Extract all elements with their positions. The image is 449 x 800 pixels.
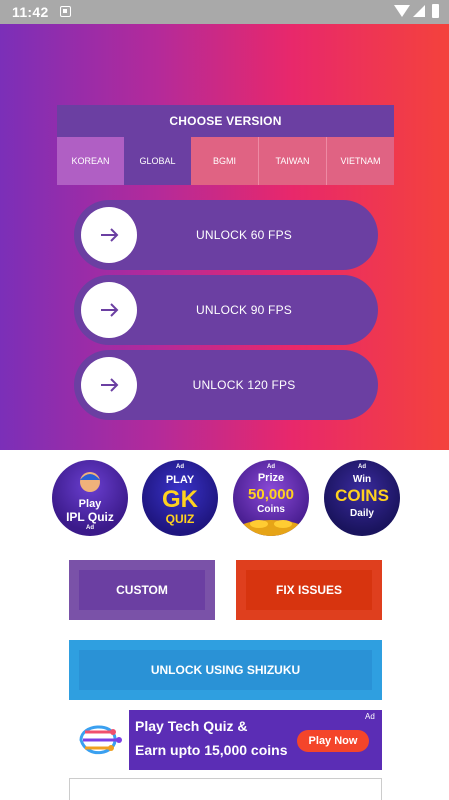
bottom-card (69, 778, 382, 800)
battery-icon (432, 4, 439, 18)
ad-label: Ad (176, 464, 184, 470)
ad-label: Ad (86, 525, 94, 531)
unlock-shizuku-button[interactable]: UNLOCK USING SHIZUKU (69, 640, 382, 700)
arrow-right-icon (101, 378, 119, 392)
ipl-quiz-line1: Play (78, 498, 102, 510)
unlock-120-fps-label: UNLOCK 120 FPS (192, 378, 296, 392)
arrow-right-icon (101, 228, 119, 242)
banner-line1: Play Tech Quiz & (135, 718, 248, 734)
banner-content: Play Tech Quiz & Earn upto 15,000 coins … (129, 710, 382, 770)
win-coins-line2: COINS (335, 486, 389, 505)
arrow-circle (81, 207, 137, 263)
ipl-quiz-line2: IPL Quiz (66, 510, 114, 524)
version-tabs: KOREAN GLOBAL BGMI TAIWAN VIETNAM (57, 137, 394, 185)
tab-korean[interactable]: KOREAN (57, 137, 124, 185)
prize-line1: Prize (257, 472, 285, 484)
ad-label: Ad (267, 464, 275, 470)
gk-quiz-line3: QUIZ (165, 512, 195, 526)
gk-quiz-line1: PLAY (165, 474, 195, 486)
fix-issues-button[interactable]: FIX ISSUES (236, 560, 382, 620)
cricket-player-icon (80, 472, 100, 492)
tab-bgmi[interactable]: BGMI (191, 137, 258, 185)
wifi-icon (394, 5, 410, 17)
version-selector: CHOOSE VERSION KOREAN GLOBAL BGMI TAIWAN… (57, 105, 394, 185)
status-bar: 11:42 (0, 0, 449, 24)
win-coins-line3: Daily (350, 508, 374, 519)
brain-circuit-icon (79, 725, 122, 755)
unlock-120-fps-button[interactable]: UNLOCK 120 FPS (74, 350, 378, 420)
unlock-shizuku-label: UNLOCK USING SHIZUKU (79, 650, 372, 690)
prize-line3: Coins (257, 504, 285, 515)
unlock-60-fps-label: UNLOCK 60 FPS (196, 228, 292, 242)
arrow-circle (81, 357, 137, 413)
ad-row: Play IPL Quiz Ad Ad PLAY GK QUIZ Ad Priz… (0, 460, 449, 540)
ad-label: Ad (358, 464, 366, 470)
win-coins-line1: Win (352, 474, 372, 485)
custom-label: CUSTOM (79, 570, 205, 610)
arrow-circle (81, 282, 137, 338)
gk-quiz-line2: GK (162, 486, 198, 513)
hero-section: CHOOSE VERSION KOREAN GLOBAL BGMI TAIWAN… (0, 24, 449, 450)
arrow-right-icon (101, 303, 119, 317)
ad-label: Ad (365, 712, 375, 721)
tech-quiz-banner-ad[interactable]: Play Tech Quiz & Earn upto 15,000 coins … (69, 710, 382, 770)
banner-line2: Earn upto 15,000 coins (135, 742, 288, 758)
status-time: 11:42 (12, 4, 49, 20)
coins-pile-icon (237, 520, 305, 536)
tab-global[interactable]: GLOBAL (124, 137, 191, 185)
tab-vietnam[interactable]: VIETNAM (326, 137, 394, 185)
notification-icon (60, 6, 71, 17)
unlock-60-fps-button[interactable]: UNLOCK 60 FPS (74, 200, 378, 270)
version-title: CHOOSE VERSION (169, 114, 282, 128)
ipl-quiz-ad[interactable]: Play IPL Quiz Ad (52, 460, 128, 536)
prize-coins-ad[interactable]: Ad Prize 50,000 Coins (233, 460, 309, 536)
prize-line2: 50,000 (248, 486, 294, 503)
unlock-90-fps-button[interactable]: UNLOCK 90 FPS (74, 275, 378, 345)
unlock-90-fps-label: UNLOCK 90 FPS (196, 303, 292, 317)
custom-button[interactable]: CUSTOM (69, 560, 215, 620)
play-now-button[interactable]: Play Now (297, 730, 369, 752)
fix-issues-label: FIX ISSUES (246, 570, 372, 610)
tab-taiwan[interactable]: TAIWAN (258, 137, 326, 185)
signal-icon (413, 5, 425, 17)
win-coins-ad[interactable]: Ad Win COINS Daily (324, 460, 400, 536)
gk-quiz-ad[interactable]: Ad PLAY GK QUIZ (142, 460, 218, 536)
